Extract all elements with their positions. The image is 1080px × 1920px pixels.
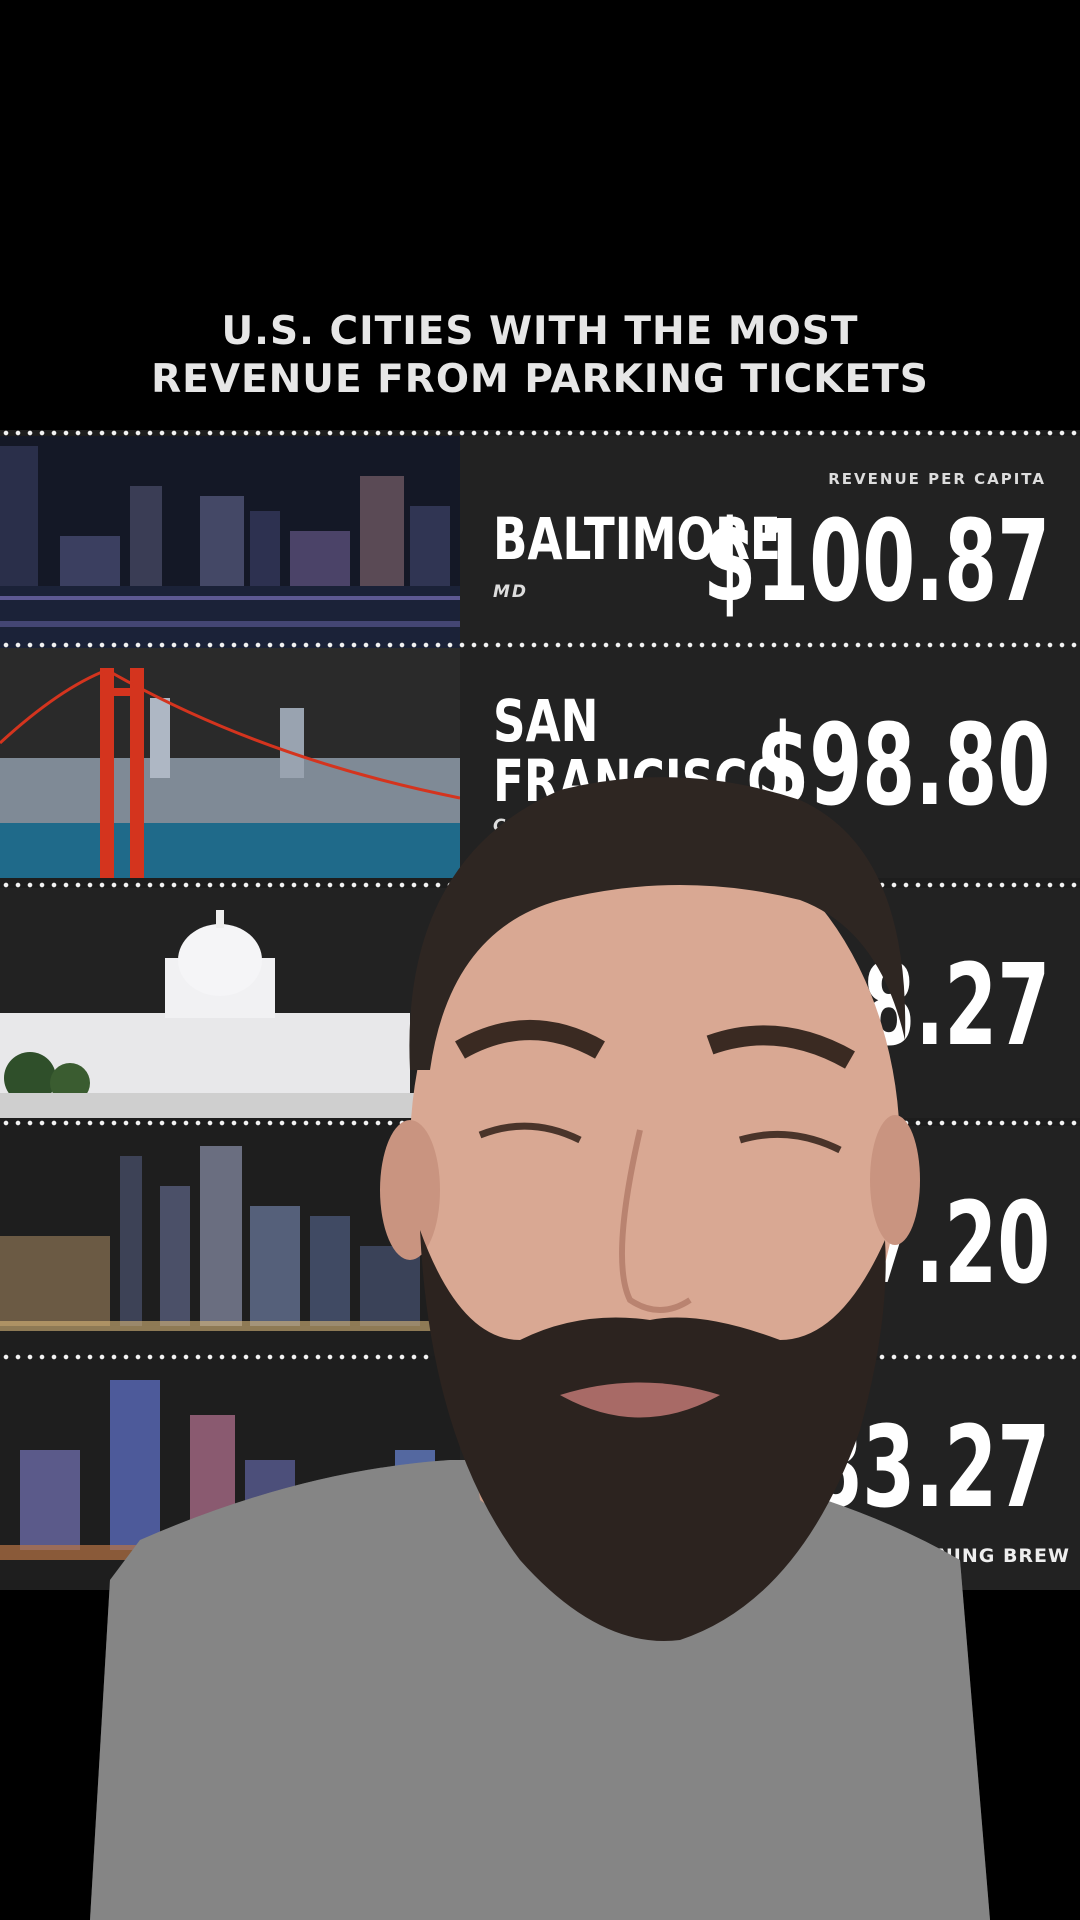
infographic-panel: REVENUE PER CAPITA BALTIMORE MD $100.87 … <box>0 430 1080 1590</box>
revenue-value: $98.80 <box>756 701 1050 831</box>
title-line-1: U.S. CITIES WITH THE MOST <box>221 309 859 354</box>
revenue-value: $100.87 <box>703 497 1050 627</box>
city-name-line-1: SAN <box>493 687 599 755</box>
state-abbr: CA <box>493 816 523 836</box>
boston-skyline-image <box>0 1360 460 1590</box>
revenue-value: $83.27 <box>756 1403 1050 1533</box>
city-row-4: $87.20 <box>0 1126 1080 1356</box>
baltimore-skyline-image <box>0 436 460 666</box>
title-line-2: REVENUE FROM PARKING TICKETS <box>151 357 929 402</box>
san-francisco-skyline-image <box>0 648 460 878</box>
chicago-skyline-image <box>0 1126 460 1356</box>
capitol-building-image <box>0 888 460 1118</box>
city-row-baltimore: REVENUE PER CAPITA BALTIMORE MD $100.87 <box>0 436 1080 666</box>
revenue-per-capita-label: REVENUE PER CAPITA <box>828 470 1046 488</box>
city-name-line-2: FRANCISCO <box>493 747 786 815</box>
city-row-3: $88.27 <box>0 888 1080 1118</box>
infographic-title: U.S. CITIES WITH THE MOST REVENUE FROM P… <box>0 308 1080 404</box>
revenue-value: $88.27 <box>756 941 1050 1071</box>
source-credit: MORNING BREW <box>884 1545 1070 1567</box>
revenue-value: $87.20 <box>756 1179 1050 1309</box>
city-row-san-francisco: SAN FRANCISCO CA $98.80 <box>0 648 1080 878</box>
state-abbr: MD <box>493 582 529 602</box>
